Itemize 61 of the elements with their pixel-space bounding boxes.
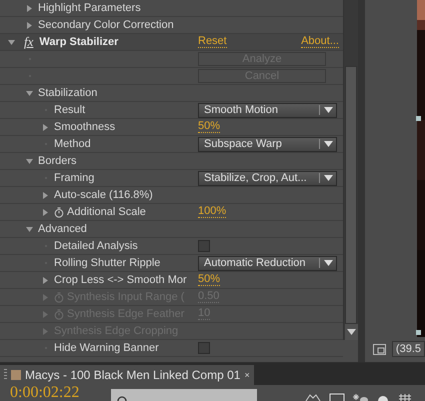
region-icon[interactable]: [372, 344, 386, 354]
search-field[interactable]: [111, 389, 258, 401]
parameter-label: Rolling Shutter Ripple: [54, 257, 160, 269]
timecode[interactable]: 0:00:02:22: [10, 385, 80, 401]
composition-icon: [11, 370, 21, 380]
parameter-label: Framing: [54, 172, 94, 184]
handle[interactable]: [416, 330, 421, 335]
checkbox[interactable]: [198, 240, 210, 252]
search-icon: [117, 395, 130, 401]
handle[interactable]: [416, 116, 421, 121]
parameter-label: Additional Scale: [67, 206, 146, 218]
caret-icon[interactable]: [324, 175, 333, 181]
dropdown[interactable]: Smooth Motion: [198, 102, 337, 118]
disclosure-triangle-icon[interactable]: [26, 158, 33, 164]
stopwatch-icon[interactable]: [54, 206, 64, 218]
sun-icon[interactable]: [353, 393, 370, 401]
parameter-label: Detailed Analysis: [54, 240, 138, 252]
parameter-label: Stabilization: [38, 87, 98, 99]
parameter-label: Auto-scale (116.8%): [54, 189, 153, 201]
caret-icon[interactable]: [324, 260, 333, 266]
disclosure-triangle-icon[interactable]: [26, 4, 33, 12]
parameter-label: Secondary Color Correction: [38, 19, 174, 31]
disclosure-triangle-icon[interactable]: [26, 226, 33, 232]
close-button[interactable]: ×: [244, 370, 250, 380]
disclosure-triangle-icon[interactable]: [26, 22, 33, 28]
dropdown[interactable]: Stabilize, Crop, Aut...: [198, 170, 337, 186]
value-scrubber[interactable]: 50%: [198, 274, 220, 286]
disclosure-triangle-icon[interactable]: [26, 90, 33, 96]
effect-name: Warp Stabilizer: [39, 36, 118, 48]
scrollbar[interactable]: [343, 0, 358, 340]
disclosure-triangle-icon[interactable]: [42, 124, 49, 130]
checkbox[interactable]: [198, 342, 210, 354]
parameter-label: Hide Warning Banner: [54, 342, 159, 354]
dropdown[interactable]: Automatic Reduction: [198, 256, 337, 270]
fx-label: fx: [24, 34, 34, 50]
tab-title: Macys - 100 Black Men Linked Comp 01: [25, 368, 240, 382]
zoom-field[interactable]: (39.5: [392, 341, 425, 357]
mask-icon[interactable]: [305, 393, 322, 401]
value-scrubber[interactable]: 100%: [198, 206, 226, 218]
dropdown[interactable]: Subspace Warp: [198, 136, 337, 152]
effect-link[interactable]: About...: [301, 36, 339, 48]
composition-tab[interactable]: Macys - 100 Black Men Linked Comp 01 ×: [0, 365, 254, 385]
parameter-label: Method: [54, 138, 91, 150]
grid-icon[interactable]: [397, 393, 414, 401]
parameter-label: Crop Less <-> Smooth Mor: [54, 274, 187, 286]
parameter-label: Result: [54, 104, 86, 116]
caret-icon[interactable]: [324, 107, 333, 113]
effect-link[interactable]: Reset: [198, 36, 227, 48]
parameter-label: Borders: [38, 155, 77, 167]
parameter-label: Smoothness: [54, 121, 116, 133]
grip-icon[interactable]: [4, 369, 7, 381]
parameter-label: Highlight Parameters: [38, 2, 141, 14]
disclosure-triangle-icon[interactable]: [8, 38, 15, 46]
disclosure-triangle-icon[interactable]: [42, 192, 49, 198]
parameter-label: Advanced: [38, 223, 87, 235]
caret-icon[interactable]: [324, 141, 333, 147]
disclosure-triangle-icon[interactable]: [42, 208, 49, 216]
value-scrubber[interactable]: 50%: [198, 121, 220, 133]
frame-icon[interactable]: [329, 393, 346, 401]
scroll-down-icon[interactable]: [345, 324, 358, 340]
disclosure-triangle-icon[interactable]: [42, 276, 49, 284]
